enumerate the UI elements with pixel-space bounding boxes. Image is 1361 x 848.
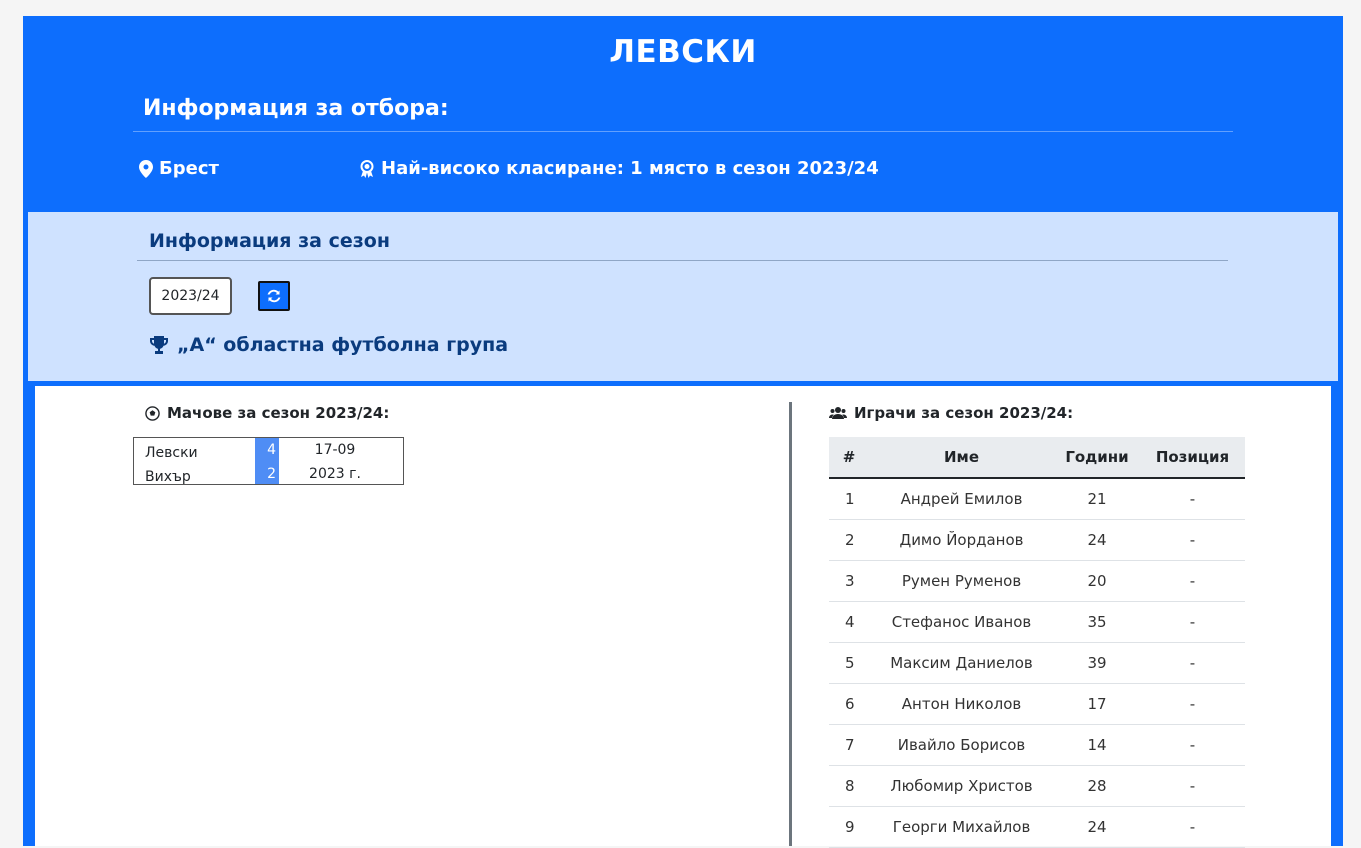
- table-cell: Румен Руменов: [869, 560, 1054, 602]
- table-cell: Максим Даниелов: [869, 642, 1054, 684]
- matches-title: Мачове за сезон 2023/24:: [145, 404, 389, 422]
- best-ranking-label: Най-високо класиране: 1 място в сезон 20…: [381, 158, 879, 179]
- table-cell: 5: [829, 642, 869, 684]
- table-cell: -: [1140, 724, 1245, 766]
- table-row[interactable]: 7 Ивайло Борисов 14-: [829, 724, 1245, 766]
- column-header: Позиция: [1140, 437, 1245, 479]
- table-row[interactable]: 5 Максим Даниелов 39-: [829, 642, 1245, 684]
- table-cell: -: [1140, 601, 1245, 643]
- column-header: #: [829, 437, 869, 479]
- column-header: Име: [869, 437, 1054, 479]
- table-cell: 20: [1054, 560, 1140, 602]
- table-row[interactable]: 4 Стефанос Иванов 35-: [829, 601, 1245, 643]
- table-row[interactable]: 8 Любомир Христов 28-: [829, 765, 1245, 807]
- table-cell: 39: [1054, 642, 1140, 684]
- team-info-heading: Информация за отбора:: [143, 96, 449, 121]
- table-row[interactable]: 2 Димо Йорданов 24-: [829, 519, 1245, 561]
- match-card[interactable]: Левски Вихър 4 2 17-09 2023 г.: [133, 437, 404, 485]
- table-cell: -: [1140, 478, 1245, 520]
- table-cell: 21: [1054, 478, 1140, 520]
- league-name: „А“ областна футболна група: [149, 334, 508, 356]
- award-icon: [360, 159, 374, 178]
- soccer-ball-icon: [145, 405, 160, 421]
- table-cell: Антон Николов: [869, 683, 1054, 725]
- table-cell: 14: [1054, 724, 1140, 766]
- table-row[interactable]: 6 Антон Николов 17-: [829, 683, 1245, 725]
- table-cell: 1: [829, 478, 869, 520]
- table-cell: Стефанос Иванов: [869, 601, 1054, 643]
- away-score: 2: [267, 466, 276, 482]
- team-page: ЛЕВСКИ Информация за отбора: Брест Най-в…: [23, 16, 1343, 848]
- team-city-label: Брест: [159, 158, 219, 179]
- away-team: Вихър: [145, 469, 191, 485]
- players-title: Играчи за сезон 2023/24:: [829, 404, 1073, 422]
- table-cell: -: [1140, 642, 1245, 684]
- table-row[interactable]: 1 Андрей Емилов 21-: [829, 478, 1245, 520]
- table-cell: -: [1140, 765, 1245, 807]
- table-cell: Андрей Емилов: [869, 478, 1054, 520]
- divider: [133, 131, 1233, 132]
- table-cell: 2: [829, 519, 869, 561]
- players-table-header: # Име Години Позиция: [829, 437, 1245, 479]
- players-title-label: Играчи за сезон 2023/24:: [854, 404, 1074, 422]
- season-content: Мачове за сезон 2023/24: Левски Вихър 4 …: [35, 386, 1331, 848]
- refresh-button[interactable]: [258, 281, 290, 311]
- table-cell: -: [1140, 519, 1245, 561]
- table-cell: 24: [1054, 519, 1140, 561]
- match-date: 17-09 2023 г.: [280, 438, 390, 486]
- table-cell: 9: [829, 806, 869, 848]
- table-cell: Димо Йорданов: [869, 519, 1054, 561]
- matches-title-label: Мачове за сезон 2023/24:: [167, 404, 390, 422]
- season-panel: Информация за сезон 2023/24 „А“ областна…: [28, 212, 1338, 381]
- table-cell: Георги Михайлов: [869, 806, 1054, 848]
- league-label: „А“ областна футболна група: [177, 334, 509, 356]
- match-year: 2023 г.: [309, 466, 361, 482]
- divider: [137, 260, 1228, 261]
- refresh-icon: [267, 289, 281, 303]
- table-cell: 6: [829, 683, 869, 725]
- column-divider: [789, 402, 792, 846]
- table-cell: Любомир Христов: [869, 765, 1054, 807]
- trophy-icon: [150, 336, 168, 354]
- table-cell: 8: [829, 765, 869, 807]
- table-cell: 4: [829, 601, 869, 643]
- match-teams: Левски Вихър: [145, 441, 198, 489]
- table-cell: 35: [1054, 601, 1140, 643]
- map-pin-icon: [139, 159, 153, 178]
- table-cell: -: [1140, 560, 1245, 602]
- season-heading: Информация за сезон: [149, 230, 390, 252]
- table-cell: 3: [829, 560, 869, 602]
- home-score: 4: [267, 442, 276, 458]
- table-cell: 24: [1054, 806, 1140, 848]
- players-table-body: 1 Андрей Емилов 21-2 Димо Йорданов 24-3 Румен…: [829, 478, 1245, 848]
- team-name: ЛЕВСКИ: [609, 34, 757, 70]
- table-row[interactable]: 9 Георги Михайлов 24-: [829, 806, 1245, 848]
- table-cell: 17: [1054, 683, 1140, 725]
- column-header: Години: [1054, 437, 1140, 479]
- users-icon: [829, 407, 847, 419]
- match-day: 17-09: [314, 442, 356, 458]
- season-select[interactable]: 2023/24: [149, 277, 232, 315]
- table-cell: -: [1140, 806, 1245, 848]
- table-row[interactable]: 3 Румен Руменов 20-: [829, 560, 1245, 602]
- team-city: Брест: [139, 158, 219, 179]
- table-cell: Ивайло Борисов: [869, 724, 1054, 766]
- home-team: Левски: [145, 445, 198, 461]
- table-cell: 7: [829, 724, 869, 766]
- match-score: 4 2: [255, 438, 279, 484]
- table-cell: -: [1140, 683, 1245, 725]
- table-cell: 28: [1054, 765, 1140, 807]
- team-best-ranking: Най-високо класиране: 1 място в сезон 20…: [359, 158, 879, 179]
- players-table: # Име Години Позиция 1 Андрей Емилов 21-2 Д…: [829, 437, 1245, 848]
